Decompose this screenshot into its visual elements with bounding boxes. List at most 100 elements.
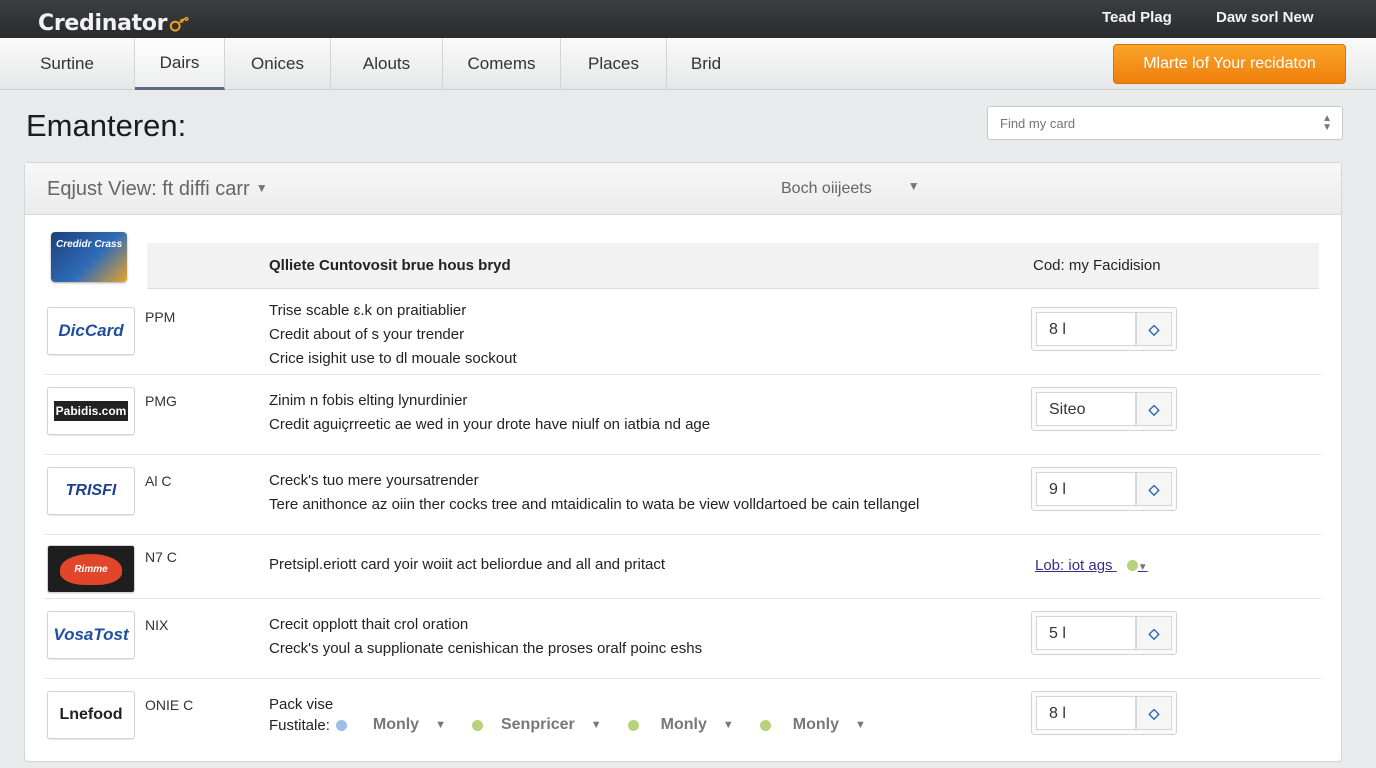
- diamond-arrow-icon[interactable]: ◇: [1136, 392, 1172, 426]
- stepper-value[interactable]: 8 l: [1036, 312, 1136, 346]
- diamond-arrow-icon[interactable]: ◇: [1136, 312, 1172, 346]
- search-input[interactable]: [988, 107, 1308, 139]
- table-row[interactable]: Lnefood ONIE C Pack vise Fustitale: Monl…: [45, 679, 1321, 757]
- row-line: Pack vise: [269, 696, 334, 713]
- row-description: Zinim n fobis elting lynurdinier Credit …: [269, 389, 710, 437]
- table-row[interactable]: DicCard PPM Trise scable ɛ.k on praitiab…: [45, 291, 1321, 375]
- brand-logo: DicCard: [47, 307, 135, 355]
- diamond-arrow-icon[interactable]: ◇: [1136, 696, 1172, 730]
- row-line: Crice isighit use to dl mouale sockout: [269, 350, 517, 367]
- brand-logo-text: Rimme: [60, 553, 122, 585]
- tab-surtine[interactable]: Surtine: [0, 38, 135, 90]
- cta-button[interactable]: Mlarte lof Your recidaton: [1113, 44, 1346, 84]
- row-code: ONIE C: [145, 697, 194, 713]
- options-label: Fustitale:: [269, 716, 330, 734]
- tab-brid[interactable]: Brid: [667, 38, 745, 90]
- panel-header: Eqjust View: ft diffi carr ▼ Boch oiijeet…: [25, 163, 1341, 215]
- row-line: Creck's youl a supplionate cenishican th…: [269, 640, 703, 657]
- tab-alouts[interactable]: Alouts: [331, 38, 443, 90]
- stepper-value[interactable]: 5 l: [1036, 616, 1136, 650]
- options-bar: Fustitale: Monly ▼ Senpricer ▼ Monly ▼ Monl…: [269, 716, 892, 734]
- option-select[interactable]: Monly: [373, 716, 419, 734]
- row-description: Pack vise: [269, 693, 333, 717]
- diamond-arrow-icon[interactable]: ◇: [1136, 616, 1172, 650]
- brand-logo-text: VosaTost: [53, 625, 129, 644]
- stepper-value[interactable]: 9 l: [1036, 472, 1136, 506]
- row-line: Tere anithonce az oiin ther cocks tree a…: [269, 496, 920, 513]
- table-row[interactable]: Pabidis.com PMG Zinim n fobis elting lyn…: [45, 375, 1321, 455]
- app-name: Credinator: [38, 11, 168, 36]
- brand-logo: TRISFI: [47, 467, 135, 515]
- logo-flame-icon: 🜜: [169, 15, 189, 36]
- row-line: Pretsipl.eriott card yoir woiit act beli…: [269, 556, 666, 573]
- row-line: Trise scable ɛ.k on praitiablier: [269, 302, 467, 319]
- row-line: Credit about of s your trender: [269, 326, 465, 343]
- top-link-1[interactable]: Tead Plag: [1102, 9, 1172, 26]
- chevron-down-icon[interactable]: ▼: [1138, 562, 1148, 573]
- search-field[interactable]: ▲▼: [987, 106, 1343, 140]
- value-stepper[interactable]: 5 l ◇: [1031, 611, 1177, 655]
- tab-dairs[interactable]: Dairs: [135, 38, 225, 90]
- row-link[interactable]: Lob: iot ags ▼: [1035, 557, 1148, 574]
- brand-logo: Lnefood: [47, 691, 135, 739]
- sort-arrows-icon[interactable]: ▲ ▼: [1322, 114, 1332, 133]
- card-list-panel: Eqjust View: ft diffi carr ▼ Boch oiijeet…: [24, 162, 1342, 762]
- brand-logo: Pabidis.com: [47, 387, 135, 435]
- column-header: Qlliete Cuntovosit brue hous bryd Cod: m…: [147, 243, 1319, 289]
- chevron-down-icon[interactable]: ▼: [855, 719, 866, 731]
- stepper-value[interactable]: 8 l: [1036, 696, 1136, 730]
- top-link-2[interactable]: Daw sorl New: [1216, 9, 1314, 26]
- page-title: Emanteren:: [26, 108, 187, 143]
- chevron-down-icon: ▼: [255, 181, 268, 195]
- radio-icon[interactable]: [759, 719, 771, 731]
- row-code: Al C: [145, 473, 172, 489]
- tab-places[interactable]: Places: [561, 38, 667, 90]
- chevron-down-icon[interactable]: ▼: [591, 719, 602, 731]
- row-description: Pretsipl.eriott card yoir woiit act beli…: [269, 553, 665, 577]
- row-line: Creck's tuo mere yoursatrender: [269, 472, 479, 489]
- stepper-value[interactable]: Siteo: [1036, 392, 1136, 426]
- table-row[interactable]: Rimme N7 C Pretsipl.eriott card yoir woi…: [45, 535, 1321, 599]
- chevron-down-icon[interactable]: ▼: [435, 719, 446, 731]
- row-line: Credit aguiçrreetic ae wed in your drote…: [269, 416, 711, 433]
- value-stepper[interactable]: 8 l ◇: [1031, 307, 1177, 351]
- radio-icon[interactable]: [335, 719, 347, 731]
- top-bar: Credinator 🜜 Tead Plag Daw sorl New: [0, 0, 1376, 38]
- brand-logo: VosaTost: [47, 611, 135, 659]
- row-code: PPM: [145, 309, 176, 325]
- row-line: Crecit opplott thait crol oration: [269, 616, 469, 633]
- row-description: Trise scable ɛ.k on praitiablier Credit …: [269, 299, 517, 371]
- row-code: NIX: [145, 617, 169, 633]
- row-line: Zinim n fobis elting lynurdinier: [269, 392, 468, 409]
- table-row[interactable]: TRISFI Al C Creck's tuo mere yoursatrend…: [45, 455, 1321, 535]
- value-stepper[interactable]: Siteo ◇: [1031, 387, 1177, 431]
- action-column-header: Cod: my Facidision: [1033, 257, 1161, 274]
- app-logo[interactable]: Credinator 🜜: [38, 5, 189, 42]
- chevron-down-icon: ▼: [907, 179, 920, 193]
- radio-icon[interactable]: [471, 719, 483, 731]
- option-select[interactable]: Monly: [661, 716, 707, 734]
- status-dot-icon: [1126, 560, 1138, 571]
- option-select[interactable]: Monly: [793, 716, 839, 734]
- brand-logo: Rimme: [47, 545, 135, 593]
- brand-logo-text: Pabidis.com: [53, 401, 129, 421]
- value-stepper[interactable]: 8 l ◇: [1031, 691, 1177, 735]
- header-card-text: Credidr Crass: [56, 239, 123, 250]
- view-select[interactable]: Eqjust View: ft diffi carr ▼: [47, 178, 268, 201]
- row-description: Crecit opplott thait crol oration Creck'…: [269, 613, 702, 661]
- option-select[interactable]: Senpricer: [501, 716, 575, 734]
- diamond-arrow-icon[interactable]: ◇: [1136, 472, 1172, 506]
- row-code: PMG: [145, 393, 177, 409]
- credit-card-image: Credidr Crass: [51, 232, 127, 282]
- description-column-header: Qlliete Cuntovosit brue hous bryd: [269, 257, 511, 274]
- filter-select[interactable]: Boch oiijeets ▼: [781, 179, 920, 198]
- row-link-text[interactable]: Lob: iot ags: [1035, 557, 1113, 574]
- chevron-down-icon[interactable]: ▼: [723, 719, 734, 731]
- table-row[interactable]: VosaTost NIX Crecit opplott thait crol o…: [45, 599, 1321, 679]
- tab-onices[interactable]: Onices: [225, 38, 331, 90]
- row-description: Creck's tuo mere yoursatrender Tere anit…: [269, 469, 919, 517]
- row-code: N7 C: [145, 549, 177, 565]
- value-stepper[interactable]: 9 l ◇: [1031, 467, 1177, 511]
- tab-comems[interactable]: Comems: [443, 38, 561, 90]
- radio-icon[interactable]: [627, 719, 639, 731]
